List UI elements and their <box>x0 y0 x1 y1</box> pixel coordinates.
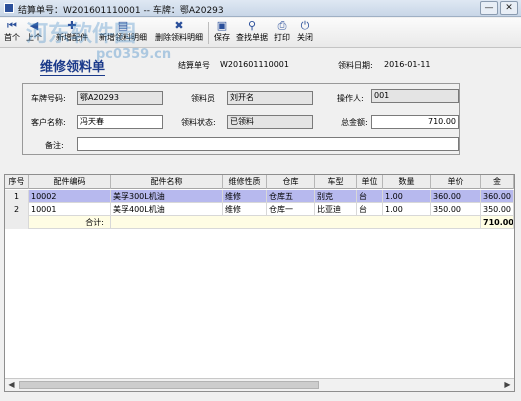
settlement-label: 结算单号 <box>178 61 210 70</box>
save-label: 保存 <box>214 33 230 42</box>
note-label: 备注: <box>45 141 64 150</box>
grid-header: 序号 配件编码 配件名称 维修性质 仓库 车型 单位 数量 单价 金 <box>5 175 514 189</box>
cell-unit: 台 <box>357 203 383 216</box>
settlement-value: W201601110001 <box>220 60 289 69</box>
status-label: 领料状态: <box>181 118 216 127</box>
toolbar: ⏮ 首个 ◀ 上个 ✚ 新增配件 ▤ 新增领料明细 ✖ 删除领料明细 ▣ 保存 … <box>0 18 521 48</box>
cell-qty: 1.00 <box>383 190 431 203</box>
date-value: 2016-01-11 <box>384 60 431 69</box>
total-field[interactable]: 710.00 <box>371 115 459 129</box>
plate-label: 车牌号码: <box>31 94 66 103</box>
printer-icon: ⎙ <box>277 19 287 32</box>
add-material-detail-label: 新增领料明细 <box>99 33 147 42</box>
picker-label: 领料员 <box>191 94 215 103</box>
cell-code: 10001 <box>29 203 111 216</box>
add-part-label: 新增配件 <box>56 33 88 42</box>
save-icon: ▣ <box>216 19 228 32</box>
plate-field[interactable]: 鄂A20293 <box>77 91 163 105</box>
total-row-label: 合计: <box>29 216 111 229</box>
cell-name: 美孚400L机油 <box>111 203 223 216</box>
scroll-right-icon[interactable]: ▶ <box>501 379 514 391</box>
previous-record-button[interactable]: ◀ 上个 <box>24 19 44 47</box>
close-button[interactable]: ⏻ 关闭 <box>294 19 316 47</box>
cell-no: 1 <box>5 190 29 203</box>
delete-material-detail-icon: ✖ <box>174 19 184 32</box>
picker-field[interactable]: 刘开名 <box>227 91 313 105</box>
delete-material-detail-button[interactable]: ✖ 删除领料明细 <box>152 19 206 47</box>
cell-no <box>5 216 29 229</box>
parts-grid[interactable]: 序号 配件编码 配件名称 维修性质 仓库 车型 单位 数量 单价 金 1 100… <box>4 174 515 392</box>
cell-warehouse: 仓库五 <box>267 190 315 203</box>
note-field[interactable] <box>77 137 459 151</box>
close-window-button[interactable]: ✕ <box>500 1 518 15</box>
cell-price: 360.00 <box>431 190 481 203</box>
cell-nature: 维修 <box>223 203 267 216</box>
cell-nature: 维修 <box>223 190 267 203</box>
delete-material-detail-label: 删除领料明细 <box>155 33 203 42</box>
table-row[interactable]: 1 10002 美孚300L机油 维修 仓库五 别克 台 1.00 360.00… <box>5 190 514 203</box>
scroll-left-icon[interactable]: ◀ <box>5 379 18 391</box>
col-model[interactable]: 车型 <box>315 175 357 189</box>
first-record-icon: ⏮ <box>7 19 17 32</box>
cell-warehouse: 仓库一 <box>267 203 315 216</box>
add-part-button[interactable]: ✚ 新增配件 <box>50 19 94 47</box>
minimize-button[interactable]: — <box>480 1 498 15</box>
scroll-thumb[interactable] <box>19 381 319 389</box>
first-record-button[interactable]: ⏮ 首个 <box>2 19 22 47</box>
col-price[interactable]: 单价 <box>431 175 481 189</box>
add-material-detail-button[interactable]: ▤ 新增领料明细 <box>96 19 150 47</box>
print-label: 打印 <box>274 33 290 42</box>
col-nature[interactable]: 维修性质 <box>223 175 267 189</box>
previous-record-icon: ◀ <box>29 19 39 32</box>
customer-label: 客户名称: <box>31 118 66 127</box>
operator-label: 操作人: <box>337 94 364 103</box>
cell-qty: 1.00 <box>383 203 431 216</box>
cell-code: 10002 <box>29 190 111 203</box>
customer-field[interactable]: 冯天春 <box>77 115 163 129</box>
window-title: 结算单号：W201601110001 -- 车牌：鄂A20293 <box>18 6 224 16</box>
operator-field[interactable]: 001 <box>371 89 459 103</box>
status-field[interactable]: 已领料 <box>227 115 313 129</box>
add-material-detail-icon: ▤ <box>117 19 129 32</box>
cell-amount: 350.00 <box>481 203 514 216</box>
add-part-icon: ✚ <box>67 19 77 32</box>
cell-model: 别克 <box>315 190 357 203</box>
col-warehouse[interactable]: 仓库 <box>267 175 315 189</box>
col-unit[interactable]: 单位 <box>357 175 383 189</box>
col-amount[interactable]: 金 <box>481 175 514 189</box>
close-label: 关闭 <box>297 33 313 42</box>
app-icon <box>4 3 14 13</box>
cell-amount: 360.00 <box>481 190 514 203</box>
find-document-label: 查找单据 <box>236 33 268 42</box>
info-group: 车牌号码: 鄂A20293 领料员 刘开名 操作人: 001 客户名称: 冯天春… <box>22 83 460 155</box>
save-button[interactable]: ▣ 保存 <box>211 19 233 47</box>
total-row: 合计: 710.00 <box>5 216 514 229</box>
form-title: 维修领料单 <box>40 56 106 76</box>
title-bar: 结算单号：W201601110001 -- 车牌：鄂A20293 — ✕ <box>0 0 521 17</box>
print-button[interactable]: ⎙ 打印 <box>272 19 292 47</box>
total-row-spacer <box>111 216 481 229</box>
cell-name: 美孚300L机油 <box>111 190 223 203</box>
cell-model: 比亚迪 <box>315 203 357 216</box>
binoculars-icon: ⚲ <box>247 19 257 32</box>
watermark-url: pc0359.cn <box>96 47 172 62</box>
cell-no: 2 <box>5 203 29 216</box>
toolbar-separator <box>208 22 209 44</box>
first-record-label: 首个 <box>4 33 20 42</box>
date-label: 领料日期: <box>338 61 373 70</box>
total-row-amount: 710.00 <box>483 216 514 229</box>
col-code[interactable]: 配件编码 <box>29 175 111 189</box>
col-no[interactable]: 序号 <box>5 175 29 189</box>
total-label: 总金额: <box>341 118 368 127</box>
cell-unit: 台 <box>357 190 383 203</box>
horizontal-scrollbar[interactable]: ◀ ▶ <box>5 378 514 391</box>
col-qty[interactable]: 数量 <box>383 175 431 189</box>
table-row[interactable]: 2 10001 美孚400L机油 维修 仓库一 比亚迪 台 1.00 350.0… <box>5 203 514 216</box>
previous-record-label: 上个 <box>26 33 42 42</box>
close-icon: ⏻ <box>300 19 310 32</box>
cell-price: 350.00 <box>431 203 481 216</box>
find-document-button[interactable]: ⚲ 查找单据 <box>234 19 270 47</box>
col-name[interactable]: 配件名称 <box>111 175 223 189</box>
